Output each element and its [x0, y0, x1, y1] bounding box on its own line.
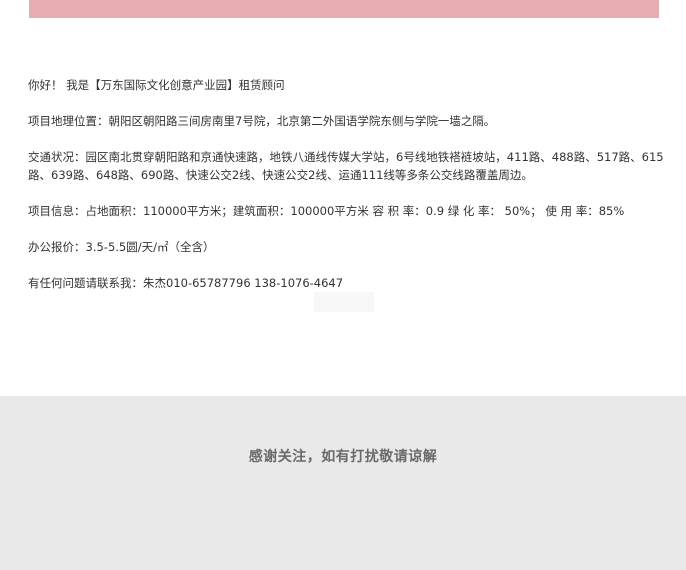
- placeholder-box: [314, 292, 374, 312]
- transport-text: 交通状况：园区南北贯穿朝阳路和京通快速路，地铁八通线传媒大学站，6号线地铁褡裢坡…: [28, 150, 664, 182]
- project-info-text: 项目信息：占地面积：110000平方米；建筑面积：100000平方米 容 积 率…: [28, 204, 625, 218]
- price-text: 办公报价：3.5-5.5圆/天/㎡（全含）: [28, 240, 215, 254]
- footer-thanks-text: 感谢关注，如有打扰敬请谅解: [248, 449, 438, 465]
- location-text: 项目地理位置：朝阳区朝阳路三间房南里7号院，北京第二外国语学院东侧与学院一墙之隔…: [28, 114, 496, 128]
- contact-text: 有任何问题请联系我：朱杰010-65787796 138-1076-4647: [28, 276, 344, 290]
- top-banner: [29, 0, 659, 18]
- message-body: 你好！ 我是【万东国际文化创意产业园】租赁顾问 项目地理位置：朝阳区朝阳路三间房…: [28, 76, 668, 310]
- greeting-text: 你好！ 我是【万东国际文化创意产业园】租赁顾问: [28, 78, 285, 92]
- footer: 感谢关注，如有打扰敬请谅解: [0, 396, 686, 570]
